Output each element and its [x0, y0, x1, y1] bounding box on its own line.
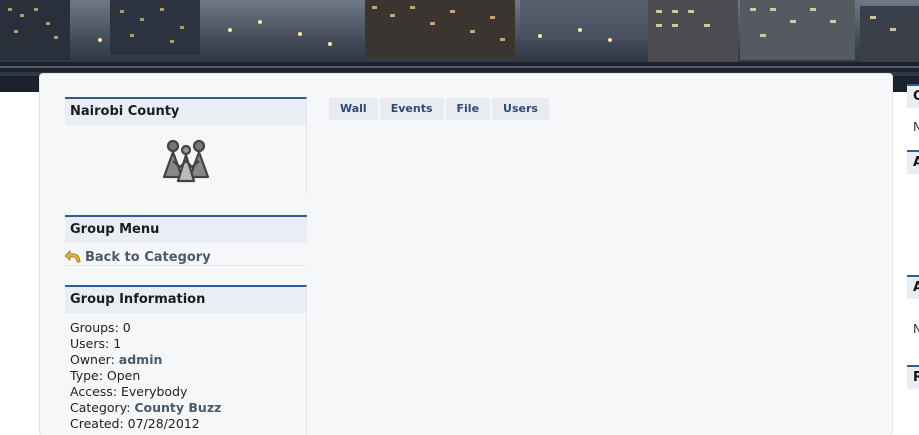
group-menu-box: Group Menu Back to Category [65, 215, 307, 266]
group-information-heading: Group Information [65, 287, 306, 313]
groups-count: Groups: 0 [70, 320, 131, 335]
return-arrow-icon [65, 250, 81, 263]
group-name-heading: Nairobi County [65, 99, 306, 125]
category-label: Category: [70, 400, 135, 415]
right-box-1-text: N [913, 120, 919, 134]
tab-users[interactable]: Users [492, 98, 549, 120]
right-box-2-heading: A [907, 150, 919, 174]
back-to-category-link[interactable]: Back to Category [65, 247, 211, 267]
group-information-list: Groups: 0 Users: 1 Owner: admin Type: Op… [70, 320, 221, 432]
group-people-icon [162, 139, 210, 183]
category-row: Category: County Buzz [70, 400, 221, 416]
owner-link[interactable]: admin [119, 352, 163, 367]
type-row: Type: Open [70, 368, 141, 383]
owner-label: Owner: [70, 352, 119, 367]
back-to-category-label: Back to Category [85, 249, 211, 265]
tab-events[interactable]: Events [379, 98, 444, 120]
tab-wall[interactable]: Wall [329, 98, 378, 120]
right-box-3-text: N [913, 322, 919, 336]
right-box-3-heading: A [907, 275, 919, 299]
group-menu-heading: Group Menu [65, 217, 307, 243]
category-link[interactable]: County Buzz [134, 400, 221, 415]
group-profile-box: Nairobi County [65, 97, 307, 195]
tab-file[interactable]: File [445, 98, 491, 120]
access-row: Access: Everybody [70, 384, 188, 399]
group-information-box: Group Information Groups: 0 Users: 1 Own… [65, 285, 307, 435]
created-date: Created: 07/28/2012 [70, 416, 200, 431]
right-box-4-heading: R [907, 365, 919, 389]
owner-row: Owner: admin [70, 352, 221, 368]
right-box-1-heading: C [907, 84, 919, 108]
group-tabs: Wall Events File Users [329, 98, 549, 120]
users-count: Users: 1 [70, 336, 122, 351]
